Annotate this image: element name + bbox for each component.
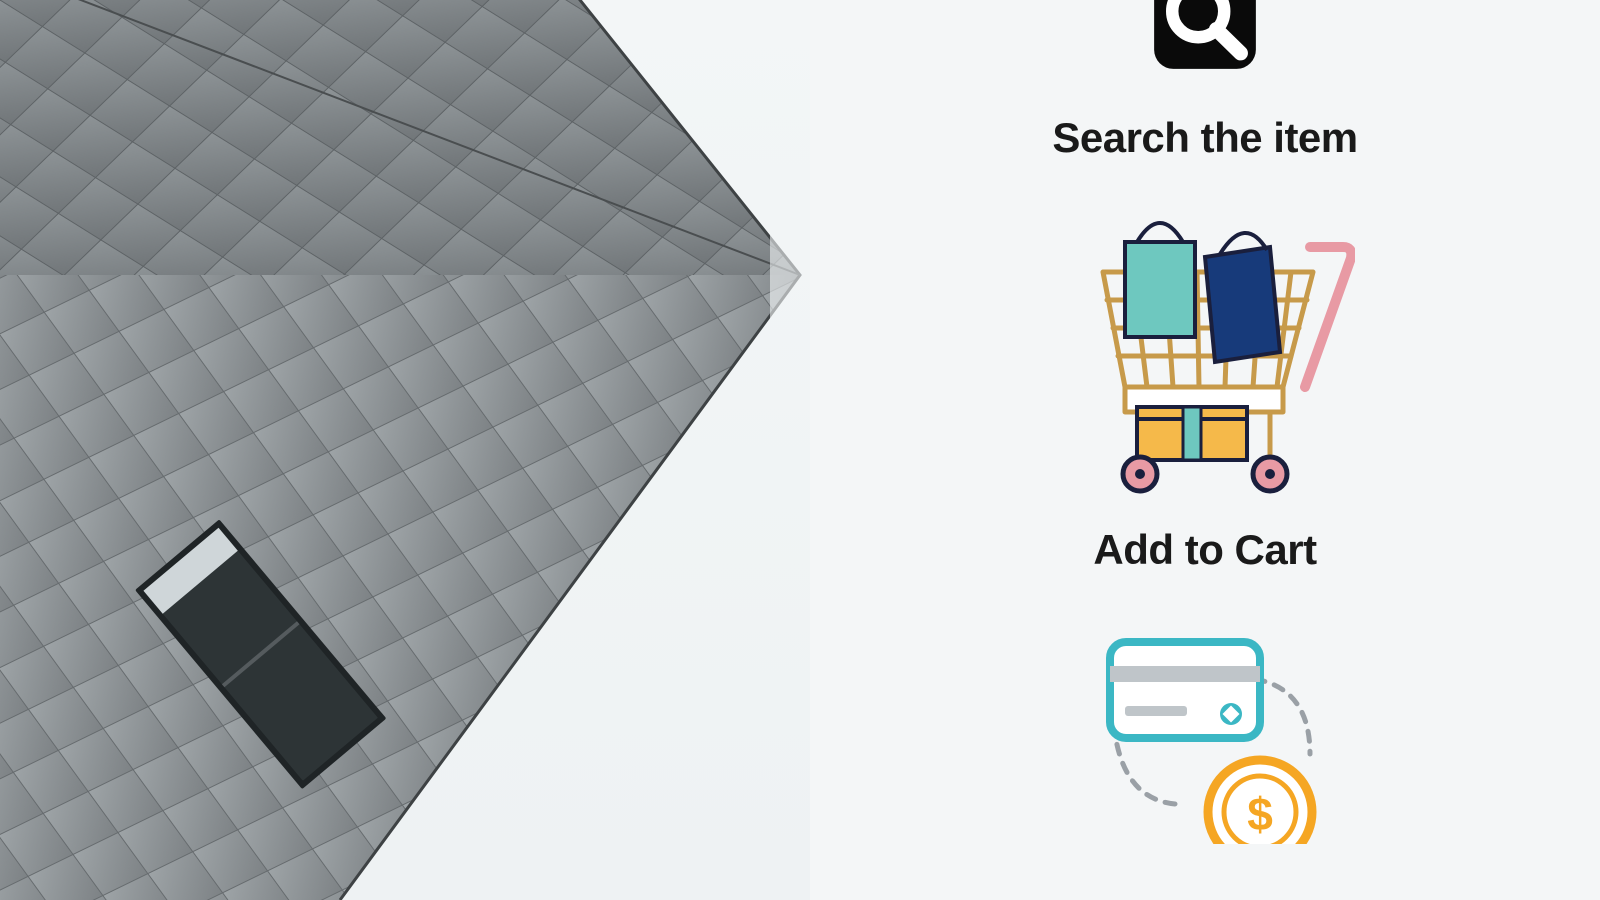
hero-image [0,0,810,900]
step-pay: $ [1055,624,1355,858]
step-cart-label: Add to Cart [1093,526,1316,574]
shopping-cart-icon [1055,212,1355,512]
magnifying-glass-icon [1090,0,1320,100]
payment-card-icon: $ [1055,624,1355,844]
svg-text:$: $ [1247,788,1273,840]
step-search: Search the item [1052,0,1357,162]
steps-column: Search the item [810,0,1600,900]
step-cart: Add to Cart [1055,212,1355,574]
step-search-label: Search the item [1052,114,1357,162]
